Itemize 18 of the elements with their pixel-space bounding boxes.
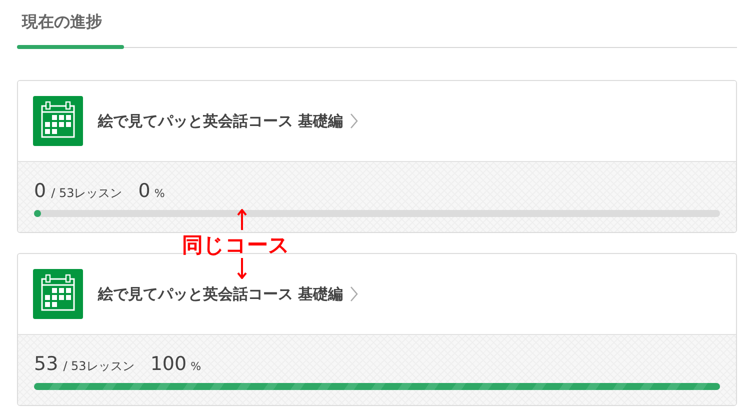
- lessons-total: / 53レッスン: [51, 185, 122, 202]
- annotation-label: 同じコース: [182, 232, 290, 259]
- calendar-icon: [33, 269, 83, 319]
- lessons-done: 0: [34, 180, 46, 202]
- calendar-icon: [33, 96, 83, 146]
- course-title-link[interactable]: 絵で見てパッと英会話コース 基礎編: [98, 284, 344, 304]
- percent-unit: %: [190, 360, 202, 373]
- down-arrow-icon: [237, 257, 247, 279]
- percent-unit: %: [154, 187, 165, 200]
- percent-value: 0: [138, 180, 150, 202]
- section-tab[interactable]: 現在の進捗: [22, 12, 102, 33]
- chevron-right-icon[interactable]: [349, 285, 360, 303]
- percent-value: 100: [150, 353, 187, 375]
- lessons-done: 53: [34, 353, 58, 375]
- up-arrow-icon: [237, 209, 247, 231]
- chevron-right-icon[interactable]: [349, 112, 360, 130]
- lessons-total: / 53レッスン: [63, 358, 134, 375]
- course-title-link[interactable]: 絵で見てパッと英会話コース 基礎編: [98, 112, 344, 130]
